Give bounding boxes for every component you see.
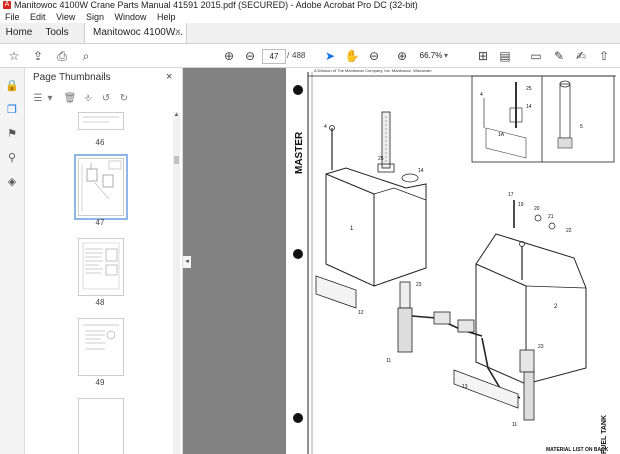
- title-bar: A Manitowoc 4100W Crane Parts Manual 4159…: [0, 0, 620, 11]
- svg-text:25: 25: [378, 156, 384, 162]
- window-title: Manitowoc 4100W Crane Parts Manual 41591…: [14, 0, 418, 10]
- zoom-dropdown-icon[interactable]: ▾: [444, 49, 448, 62]
- svg-text:11: 11: [512, 422, 517, 428]
- thumbnail-label: 48: [95, 298, 105, 307]
- thumbnail-page-selected[interactable]: [74, 154, 128, 220]
- svg-text:23: 23: [538, 344, 544, 350]
- svg-text:19: 19: [518, 202, 524, 208]
- page-separator: /: [287, 51, 290, 60]
- thumbnail-image: [83, 324, 119, 350]
- svg-text:4: 4: [480, 92, 483, 98]
- rotate-counterclockwise-icon[interactable]: ↺: [99, 92, 113, 106]
- svg-text:14: 14: [526, 104, 532, 110]
- menu-help[interactable]: Help: [157, 12, 176, 22]
- left-navigation-rail: 🔒 ❐ ⚑ ⚲ ◈: [0, 68, 25, 454]
- collapse-panel-icon[interactable]: ◂: [183, 256, 191, 268]
- page-total: 488: [292, 51, 306, 60]
- acrobat-app-icon: A: [3, 1, 11, 9]
- binder-hole: [293, 85, 303, 95]
- fit-page-icon[interactable]: ⊞: [475, 48, 491, 64]
- menu-window[interactable]: Window: [114, 12, 146, 22]
- page-number-input[interactable]: 47: [262, 49, 286, 64]
- thumbnail-label: 49: [95, 378, 105, 387]
- svg-text:4: 4: [324, 124, 327, 130]
- tab-bar: Home Tools Manitowoc 4100W... ×: [0, 23, 620, 44]
- svg-text:2: 2: [554, 304, 558, 310]
- options-dropdown-icon[interactable]: ▾: [43, 92, 57, 106]
- thumbnail-image: [83, 116, 119, 123]
- page-thumbnails-icon[interactable]: ❐: [4, 102, 20, 118]
- bookmark-star-icon[interactable]: ☆: [6, 48, 22, 64]
- svg-text:14: 14: [418, 168, 424, 174]
- master-stamp: MASTER: [294, 131, 305, 174]
- thumbnail-list: 46 47 48 49: [25, 112, 175, 454]
- select-cursor-icon[interactable]: ➤: [322, 48, 338, 64]
- menu-bar: File Edit View Sign Window Help: [0, 11, 620, 23]
- panel-close-icon[interactable]: ×: [166, 71, 172, 83]
- material-list-note: MATERIAL LIST ON BACK: [546, 447, 609, 453]
- svg-text:13: 13: [462, 384, 468, 390]
- pdf-page[interactable]: A Division of The Manitowoc Company, Inc…: [286, 68, 620, 454]
- svg-text:5: 5: [580, 124, 583, 130]
- drawing-header: A Division of The Manitowoc Company, Inc…: [314, 68, 431, 73]
- svg-text:25: 25: [526, 86, 532, 92]
- zoom-in-icon[interactable]: ⊕: [394, 48, 410, 64]
- thumbnail-label: 46: [95, 138, 105, 147]
- svg-text:17: 17: [508, 192, 514, 198]
- bookmarks-icon[interactable]: ⚑: [4, 126, 20, 142]
- svg-text:11: 11: [386, 358, 391, 364]
- tab-close-icon[interactable]: ×: [175, 23, 181, 43]
- tab-tools[interactable]: Tools: [40, 23, 74, 43]
- svg-text:1: 1: [350, 226, 354, 232]
- scroll-mode-icon[interactable]: ▤: [497, 48, 513, 64]
- thumbnail-image: [81, 160, 122, 211]
- page-thumbnails-panel: Page Thumbnails × ☰ ▾ 🗑 ⎀ ↺ ↻ 46 47 48 4…: [25, 68, 183, 454]
- insert-page-icon[interactable]: ⎀: [81, 92, 95, 106]
- panel-title: Page Thumbnails: [33, 72, 111, 83]
- comment-icon[interactable]: ▭: [528, 48, 544, 64]
- scrollbar-thumb[interactable]: [174, 156, 179, 164]
- zoom-out-icon[interactable]: ⊖: [366, 48, 382, 64]
- thumbnail-scrollbar[interactable]: ▲: [173, 112, 180, 454]
- binder-hole: [293, 413, 303, 423]
- layers-icon[interactable]: ◈: [4, 174, 20, 190]
- parts-drawing: A Division of The Manitowoc Company, Inc…: [293, 68, 616, 454]
- previous-page-icon[interactable]: ⊕: [221, 48, 237, 64]
- scroll-up-icon[interactable]: ▲: [173, 112, 180, 118]
- menu-view[interactable]: View: [56, 12, 75, 22]
- print-icon[interactable]: ⎙: [54, 48, 70, 64]
- svg-text:22: 22: [566, 228, 572, 234]
- menu-sign[interactable]: Sign: [86, 12, 104, 22]
- svg-text:20: 20: [534, 206, 540, 212]
- hand-tool-icon[interactable]: ✋: [344, 48, 360, 64]
- zoom-value[interactable]: 66.7%: [419, 49, 443, 62]
- tab-document-label: Manitowoc 4100W...: [93, 27, 184, 38]
- svg-text:12: 12: [358, 310, 364, 316]
- menu-file[interactable]: File: [5, 12, 20, 22]
- thumbnail-page[interactable]: [78, 398, 124, 454]
- highlight-pen-icon[interactable]: ✎: [551, 48, 567, 64]
- binder-hole: [293, 249, 303, 259]
- upload-cloud-icon[interactable]: ⇪: [30, 48, 46, 64]
- toolbar: ☆ ⇪ ⎙ ⌕ ⊕ ⊖ 47 / 488 ➤ ✋ ⊖ ⊕ 66.7% ▾ ⊞ ▤…: [0, 44, 620, 68]
- delete-page-icon[interactable]: 🗑: [63, 92, 77, 106]
- share-icon[interactable]: ⇧: [596, 48, 612, 64]
- thumbnail-image: [82, 242, 120, 290]
- thumbnail-label: 47: [95, 218, 105, 227]
- thumbnail-page[interactable]: [78, 238, 124, 296]
- svg-text:23: 23: [416, 282, 422, 288]
- attachments-icon[interactable]: ⚲: [4, 150, 20, 166]
- rotate-clockwise-icon[interactable]: ↻: [117, 92, 131, 106]
- thumbnail-page[interactable]: [78, 112, 124, 130]
- thumbnail-page[interactable]: [78, 318, 124, 376]
- search-icon[interactable]: ⌕: [78, 48, 94, 64]
- svg-text:21: 21: [548, 214, 554, 220]
- svg-text:1A: 1A: [498, 132, 505, 138]
- menu-edit[interactable]: Edit: [30, 12, 46, 22]
- sign-icon[interactable]: ✍: [573, 48, 589, 64]
- lock-icon[interactable]: 🔒: [4, 78, 20, 94]
- tab-document[interactable]: Manitowoc 4100W... ×: [84, 23, 187, 43]
- tab-home[interactable]: Home: [0, 23, 38, 43]
- next-page-icon[interactable]: ⊖: [242, 48, 258, 64]
